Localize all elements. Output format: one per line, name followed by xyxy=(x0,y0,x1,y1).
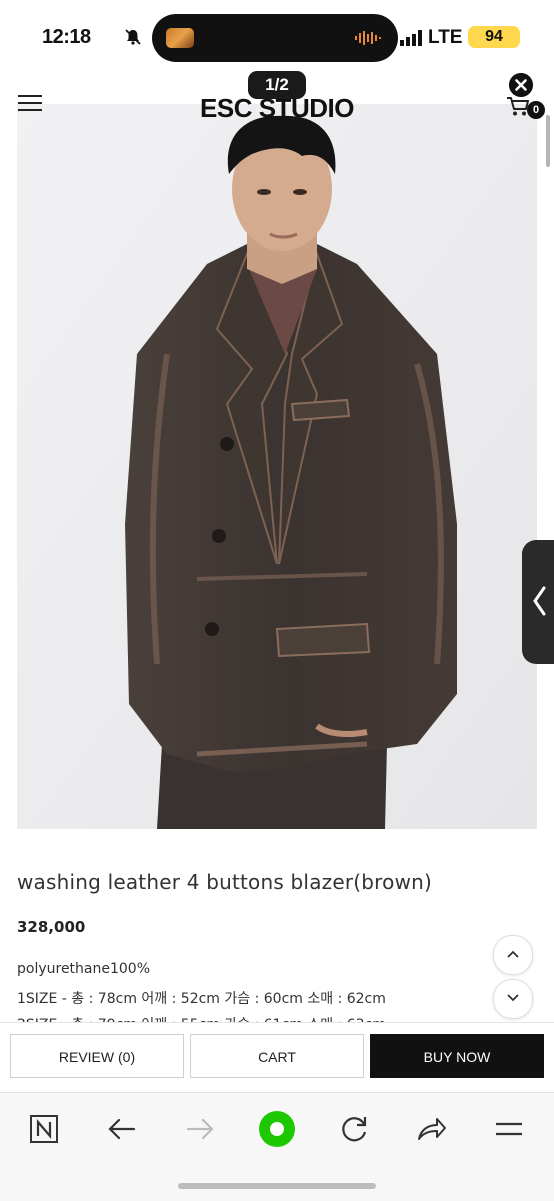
size-info-1: 1SIZE - 총 : 78cm 어깨 : 52cm 가슴 : 60cm 소매 … xyxy=(17,991,386,1007)
image-page-counter: 1/2 xyxy=(248,71,306,99)
naver-home-icon[interactable] xyxy=(24,1109,64,1149)
forward-arrow-icon[interactable] xyxy=(180,1109,220,1149)
audio-wave-icon xyxy=(355,31,381,45)
product-material: polyurethane100% xyxy=(17,961,151,977)
review-button[interactable]: REVIEW (0) xyxy=(10,1034,184,1078)
refresh-icon[interactable] xyxy=(334,1109,374,1149)
dynamic-island[interactable] xyxy=(152,14,398,62)
bell-muted-icon xyxy=(125,29,141,45)
battery-indicator: 94 xyxy=(468,26,520,48)
status-bar: 12:18 LTE 94 xyxy=(0,0,554,70)
chevron-left-icon xyxy=(533,586,546,616)
chevron-down-icon xyxy=(507,994,519,1002)
product-price: 328,000 xyxy=(17,918,86,936)
purchase-action-bar: REVIEW (0) CART BUY NOW xyxy=(0,1022,554,1091)
browser-toolbar xyxy=(0,1092,554,1201)
product-image[interactable] xyxy=(17,104,537,829)
side-panel-handle[interactable] xyxy=(522,540,554,664)
back-arrow-icon[interactable] xyxy=(102,1109,142,1149)
status-time: 12:18 xyxy=(42,26,91,48)
chevron-up-icon xyxy=(507,950,519,958)
green-dot-icon[interactable] xyxy=(257,1109,297,1149)
home-indicator[interactable] xyxy=(178,1183,376,1189)
product-name: washing leather 4 buttons blazer(brown) xyxy=(17,870,433,894)
cart-count-badge: 0 xyxy=(527,101,545,119)
scroll-up-button[interactable] xyxy=(493,935,533,975)
scroll-down-button[interactable] xyxy=(493,979,533,1019)
media-artwork-icon xyxy=(166,28,194,48)
model-photo xyxy=(17,104,537,829)
buy-now-button[interactable]: BUY NOW xyxy=(370,1034,544,1078)
add-to-cart-button[interactable]: CART xyxy=(190,1034,364,1078)
hamburger-icon[interactable] xyxy=(489,1109,529,1149)
signal-icon xyxy=(400,30,422,46)
network-type: LTE xyxy=(428,27,463,48)
page-scrollbar[interactable] xyxy=(546,115,550,167)
share-icon[interactable] xyxy=(411,1109,451,1149)
